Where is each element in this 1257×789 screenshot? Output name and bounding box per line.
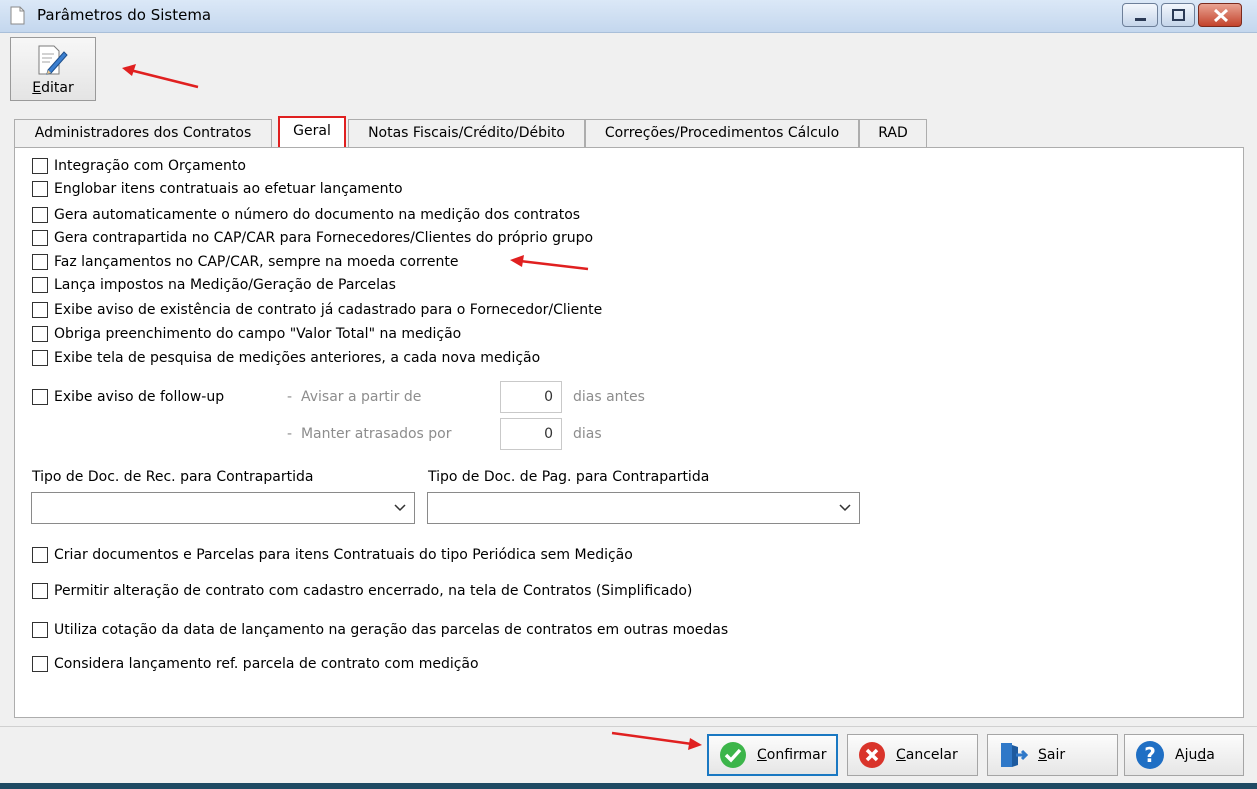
avisar-suffix: dias antes (573, 389, 645, 405)
help-circle-icon: ? (1136, 741, 1164, 769)
checkbox[interactable] (32, 583, 48, 599)
manter-dias-input[interactable]: 0 (500, 418, 562, 450)
option-aviso-contrato[interactable]: Exibe aviso de existência de contrato já… (32, 300, 602, 320)
checkbox[interactable] (32, 656, 48, 672)
edit-button-label: Editar (32, 80, 74, 96)
cancel-label: Cancelar (896, 747, 958, 763)
avisar-label: - Avisar a partir de (287, 389, 422, 405)
tab-notas-fiscais[interactable]: Notas Fiscais/Crédito/Débito (348, 119, 585, 147)
option-follow-up[interactable]: Exibe aviso de follow-up (32, 387, 224, 407)
checkbox[interactable] (32, 302, 48, 318)
edit-button[interactable]: Editar (10, 37, 96, 101)
manter-suffix: dias (573, 426, 602, 442)
manter-label: - Manter atrasados por (287, 426, 452, 442)
exit-button[interactable]: Sair (987, 734, 1118, 776)
exit-label: Sair (1038, 747, 1066, 763)
tab-correcoes[interactable]: Correções/Procedimentos Cálculo (585, 119, 859, 147)
maximize-button[interactable] (1161, 3, 1195, 27)
option-moeda-corrente[interactable]: Faz lançamentos no CAP/CAR, sempre na mo… (32, 252, 458, 272)
help-button[interactable]: ? Ajuda (1124, 734, 1244, 776)
option-considera-lancamento[interactable]: Considera lançamento ref. parcela de con… (32, 654, 479, 674)
maximize-icon (1172, 9, 1185, 21)
checkbox[interactable] (32, 622, 48, 638)
checkbox[interactable] (32, 207, 48, 223)
option-criar-documentos[interactable]: Criar documentos e Parcelas para itens C… (32, 545, 633, 565)
option-pesquisa-medicoes[interactable]: Exibe tela de pesquisa de medições anter… (32, 348, 540, 368)
tipo-doc-rec-select[interactable] (31, 492, 415, 524)
tipo-doc-rec-label: Tipo de Doc. de Rec. para Contrapartida (32, 469, 314, 485)
minimize-icon (1135, 18, 1146, 21)
title-bar: Parâmetros do Sistema (0, 0, 1257, 33)
tab-rad[interactable]: RAD (859, 119, 927, 147)
svg-text:?: ? (1144, 743, 1156, 767)
avisar-dias-input[interactable]: 0 (500, 381, 562, 413)
confirm-button[interactable]: Confirmar (707, 734, 838, 776)
option-valor-total[interactable]: Obriga preenchimento do campo "Valor Tot… (32, 324, 461, 344)
checkbox[interactable] (32, 158, 48, 174)
close-button[interactable] (1198, 3, 1242, 27)
tab-geral[interactable]: Geral (278, 116, 346, 147)
tipo-doc-pag-select[interactable] (427, 492, 860, 524)
option-englobar-itens[interactable]: Englobar itens contratuais ao efetuar la… (32, 179, 403, 199)
option-permitir-alteracao[interactable]: Permitir alteração de contrato com cadas… (32, 581, 692, 601)
toolbar: Editar (0, 33, 1257, 105)
window-title: Parâmetros do Sistema (37, 6, 212, 24)
checkbox[interactable] (32, 389, 48, 405)
cancel-button[interactable]: Cancelar (847, 734, 978, 776)
checkbox[interactable] (32, 326, 48, 342)
chevron-down-icon (839, 504, 851, 512)
option-gera-numero-documento[interactable]: Gera automaticamente o número do documen… (32, 205, 580, 225)
option-utiliza-cotacao[interactable]: Utiliza cotação da data de lançamento na… (32, 620, 728, 640)
document-icon (10, 6, 25, 25)
checkbox[interactable] (32, 547, 48, 563)
checkbox[interactable] (32, 254, 48, 270)
tipo-doc-pag-label: Tipo de Doc. de Pag. para Contrapartida (428, 469, 710, 485)
tab-panel-geral: Integração com Orçamento Englobar itens … (14, 147, 1244, 718)
checkbox[interactable] (32, 277, 48, 293)
confirm-label: Confirmar (757, 747, 827, 763)
edit-document-icon (38, 45, 68, 75)
check-circle-icon (720, 742, 746, 768)
exit-door-icon (1001, 743, 1028, 767)
option-integracao-orcamento[interactable]: Integração com Orçamento (32, 156, 246, 176)
help-label: Ajuda (1175, 747, 1215, 763)
option-lanca-impostos[interactable]: Lança impostos na Medição/Geração de Par… (32, 275, 396, 295)
minimize-button[interactable] (1122, 3, 1158, 27)
button-bar: Confirmar Cancelar Sair ? Ajuda (0, 726, 1257, 783)
chevron-down-icon (394, 504, 406, 512)
cancel-circle-icon (859, 742, 885, 768)
tab-administradores[interactable]: Administradores dos Contratos (14, 119, 272, 147)
close-icon (1213, 8, 1229, 23)
checkbox[interactable] (32, 230, 48, 246)
taskbar-edge (0, 783, 1257, 789)
checkbox[interactable] (32, 350, 48, 366)
option-gera-contrapartida[interactable]: Gera contrapartida no CAP/CAR para Forne… (32, 228, 593, 248)
checkbox[interactable] (32, 181, 48, 197)
